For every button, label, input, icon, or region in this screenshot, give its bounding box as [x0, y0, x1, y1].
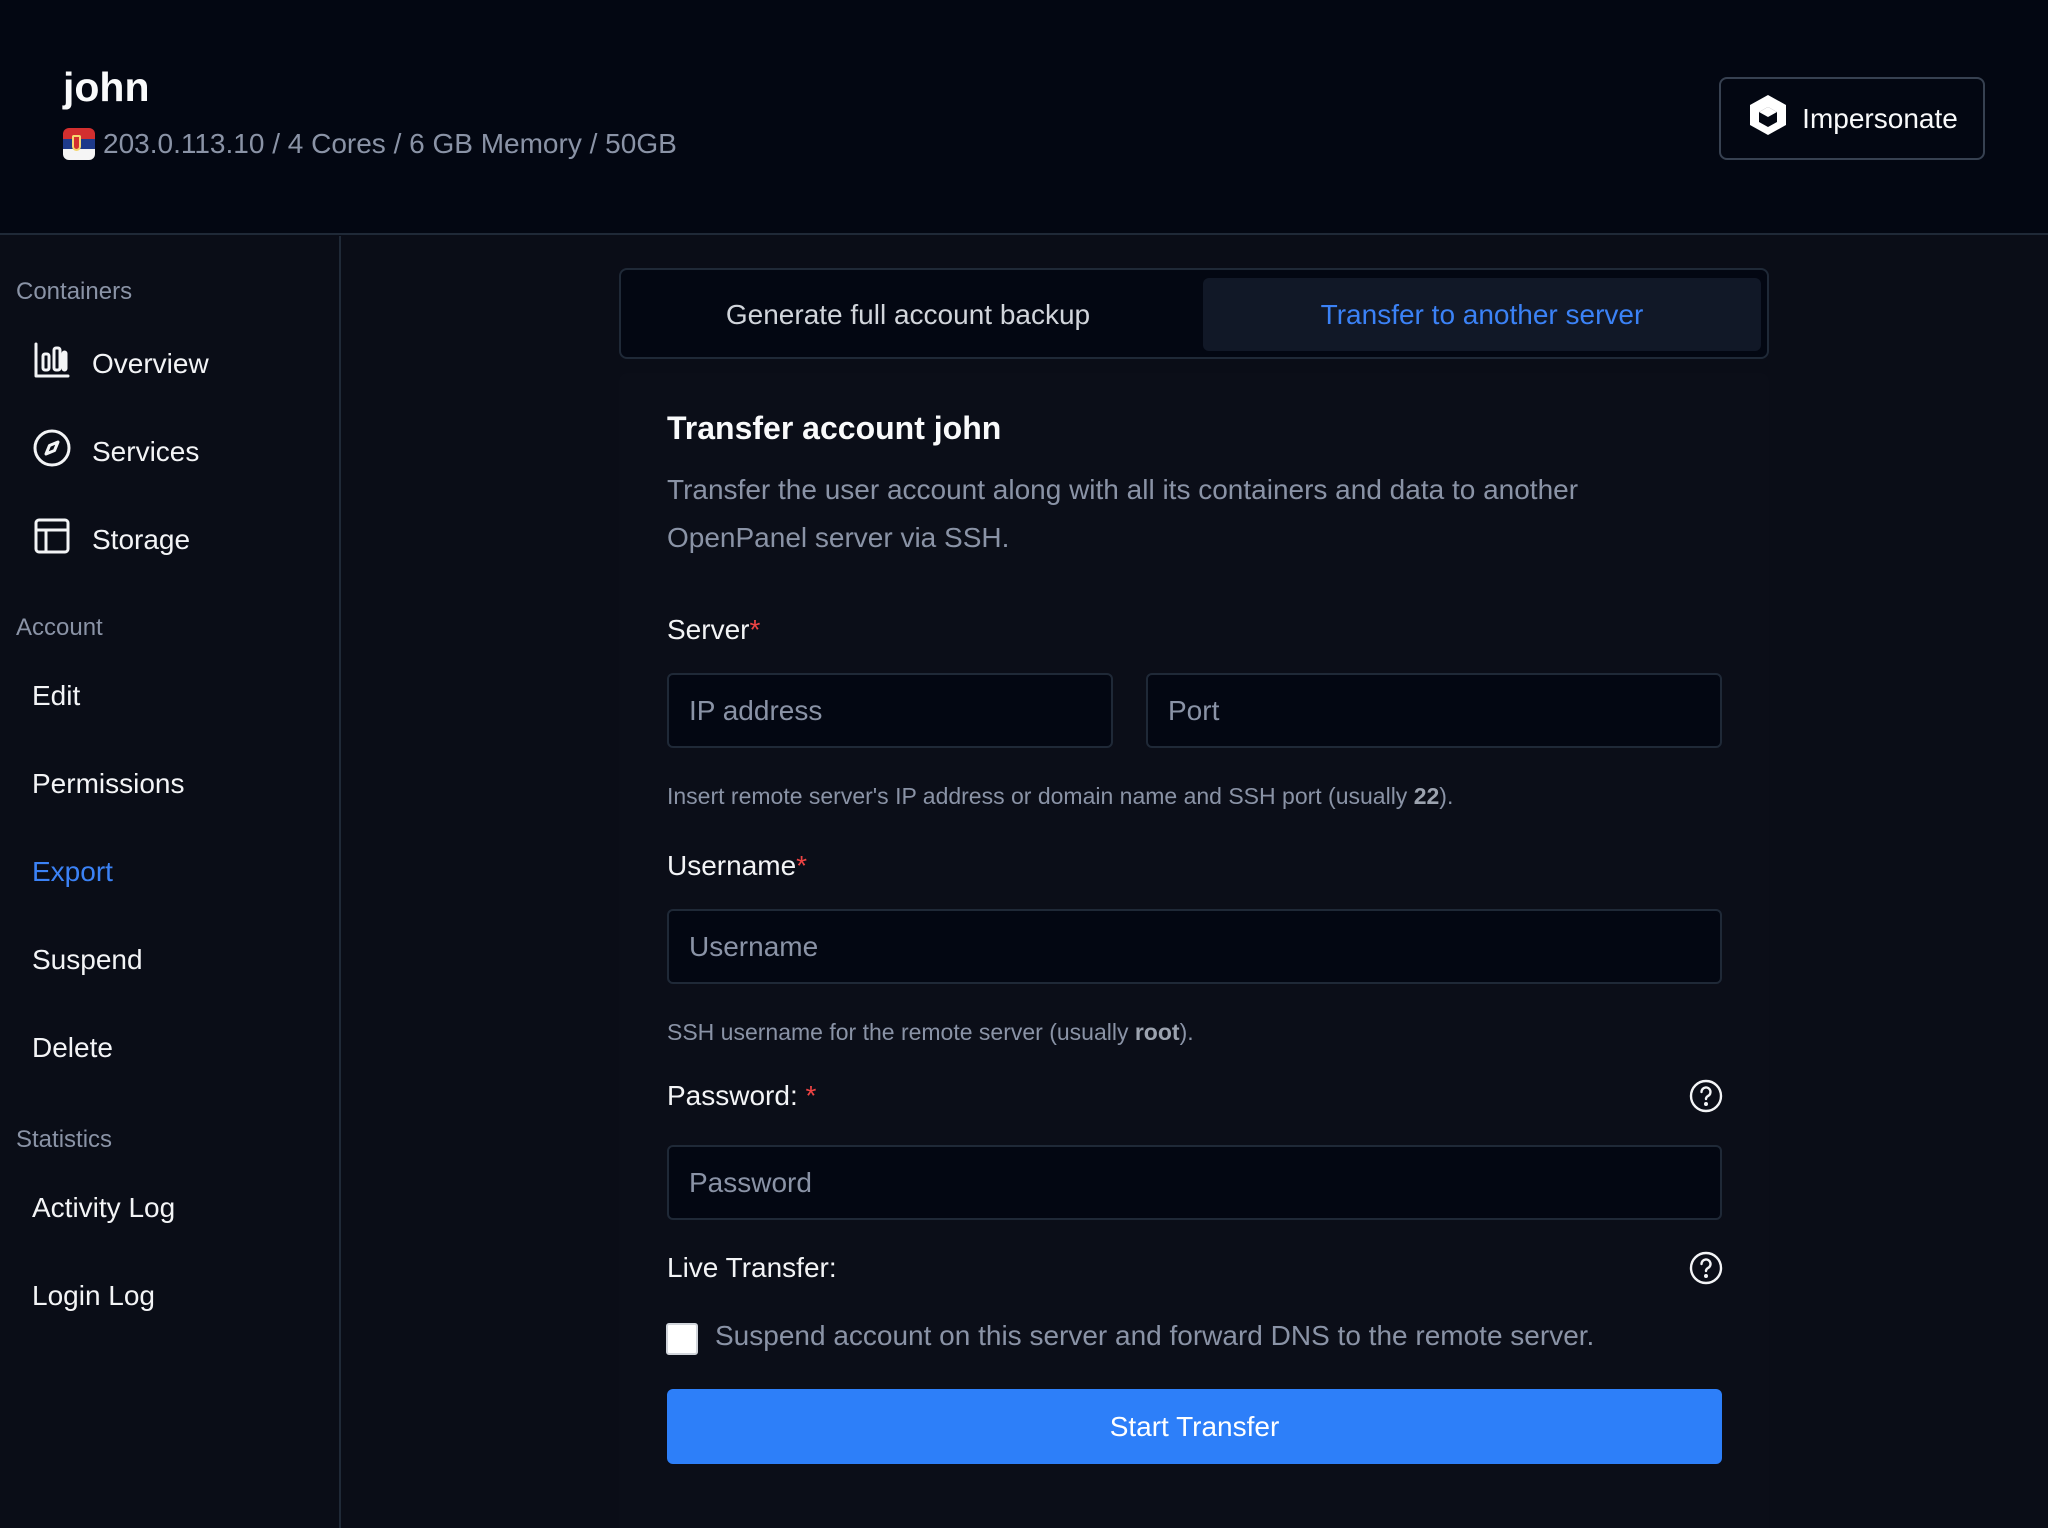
- compass-icon: [32, 428, 72, 475]
- sidebar-item-services[interactable]: Services: [32, 428, 199, 475]
- server-hint-end: ).: [1439, 783, 1454, 809]
- password-input[interactable]: [667, 1145, 1722, 1220]
- username-label-text: Username: [667, 850, 797, 881]
- required-mark: *: [805, 1080, 817, 1111]
- sidebar-item-label: Storage: [92, 523, 191, 555]
- bar-chart-icon: [32, 340, 72, 387]
- account-username: john: [63, 64, 150, 110]
- sidebar-item-overview[interactable]: Overview: [32, 340, 209, 387]
- cube-icon: [1746, 93, 1790, 144]
- sidebar-item-label: Overview: [92, 347, 209, 379]
- serbia-flag-icon: [63, 128, 95, 160]
- live-transfer-checkbox-label[interactable]: Suspend account on this server and forwa…: [715, 1320, 1594, 1352]
- required-mark: *: [796, 850, 808, 881]
- account-meta-text: 203.0.113.10 / 4 Cores / 6 GB Memory / 5…: [103, 128, 677, 159]
- sidebar-item-delete[interactable]: Delete: [32, 1032, 113, 1064]
- live-transfer-checkbox[interactable]: [666, 1323, 698, 1355]
- sidebar-item-label: Permissions: [32, 768, 185, 799]
- sidebar-item-label: Suspend: [32, 944, 143, 975]
- form-description: Transfer the user account along with all…: [667, 474, 1579, 553]
- server-hint: Insert remote server's IP address or dom…: [667, 783, 1453, 810]
- sidebar-item-label: Services: [92, 435, 200, 467]
- sidebar-item-login-log[interactable]: Login Log: [32, 1280, 155, 1312]
- sidebar-section-containers: Containers: [16, 278, 133, 305]
- live-transfer-label: Live Transfer:: [667, 1252, 837, 1283]
- live-transfer-help-icon[interactable]: [1689, 1251, 1723, 1285]
- sidebar-item-export[interactable]: Export: [32, 856, 113, 888]
- sidebar-section-statistics: Statistics: [16, 1126, 113, 1153]
- port-input[interactable]: [1146, 673, 1722, 748]
- username-label: Username*: [667, 850, 807, 882]
- sidebar-item-permissions[interactable]: Permissions: [32, 768, 184, 800]
- impersonate-button[interactable]: Impersonate: [1719, 77, 1985, 160]
- server-hint-port: 22: [1413, 783, 1440, 809]
- sidebar-item-suspend[interactable]: Suspend: [32, 944, 143, 976]
- page-header: john 203.0.113.10 / 4 Cores / 6 GB Memor…: [0, 0, 2048, 235]
- start-transfer-button[interactable]: Start Transfer: [667, 1389, 1722, 1464]
- sidebar-item-label: Edit: [32, 680, 81, 711]
- impersonate-label: Impersonate: [1802, 102, 1958, 134]
- password-label: Password: *: [667, 1080, 816, 1112]
- sidebar-item-label: Login Log: [32, 1280, 156, 1311]
- server-label-text: Server: [667, 614, 750, 645]
- ip-address-input[interactable]: [667, 673, 1113, 748]
- server-hint-text: Insert remote server's IP address or dom…: [667, 783, 1414, 809]
- sidebar-item-label: Export: [32, 856, 113, 887]
- username-hint-root: root: [1134, 1019, 1180, 1045]
- sidebar-item-storage[interactable]: Storage: [32, 516, 190, 563]
- username-hint: SSH username for the remote server (usua…: [667, 1019, 1194, 1046]
- account-meta: 203.0.113.10 / 4 Cores / 6 GB Memory / 5…: [63, 128, 677, 160]
- password-help-icon[interactable]: [1689, 1079, 1723, 1113]
- layout-table-icon: [32, 516, 72, 563]
- sidebar-item-label: Delete: [32, 1032, 113, 1063]
- sidebar: Containers Overview Services Storage Acc…: [0, 236, 341, 1528]
- tab-generate-backup[interactable]: Generate full account backup: [629, 278, 1187, 351]
- sidebar-item-label: Activity Log: [32, 1192, 176, 1223]
- form-title: Transfer account john: [667, 410, 1002, 446]
- sidebar-item-activity-log[interactable]: Activity Log: [32, 1192, 175, 1224]
- sidebar-item-edit[interactable]: Edit: [32, 680, 80, 712]
- export-tabs: Generate full account backup Transfer to…: [619, 268, 1769, 359]
- username-hint-end: ).: [1179, 1019, 1194, 1045]
- tab-transfer-server[interactable]: Transfer to another server: [1203, 278, 1761, 351]
- username-input[interactable]: [667, 909, 1722, 984]
- required-mark: *: [749, 614, 761, 645]
- password-label-text: Password:: [667, 1080, 806, 1111]
- username-hint-text: SSH username for the remote server (usua…: [667, 1019, 1135, 1045]
- sidebar-section-account: Account: [16, 614, 103, 641]
- server-label: Server*: [667, 614, 760, 646]
